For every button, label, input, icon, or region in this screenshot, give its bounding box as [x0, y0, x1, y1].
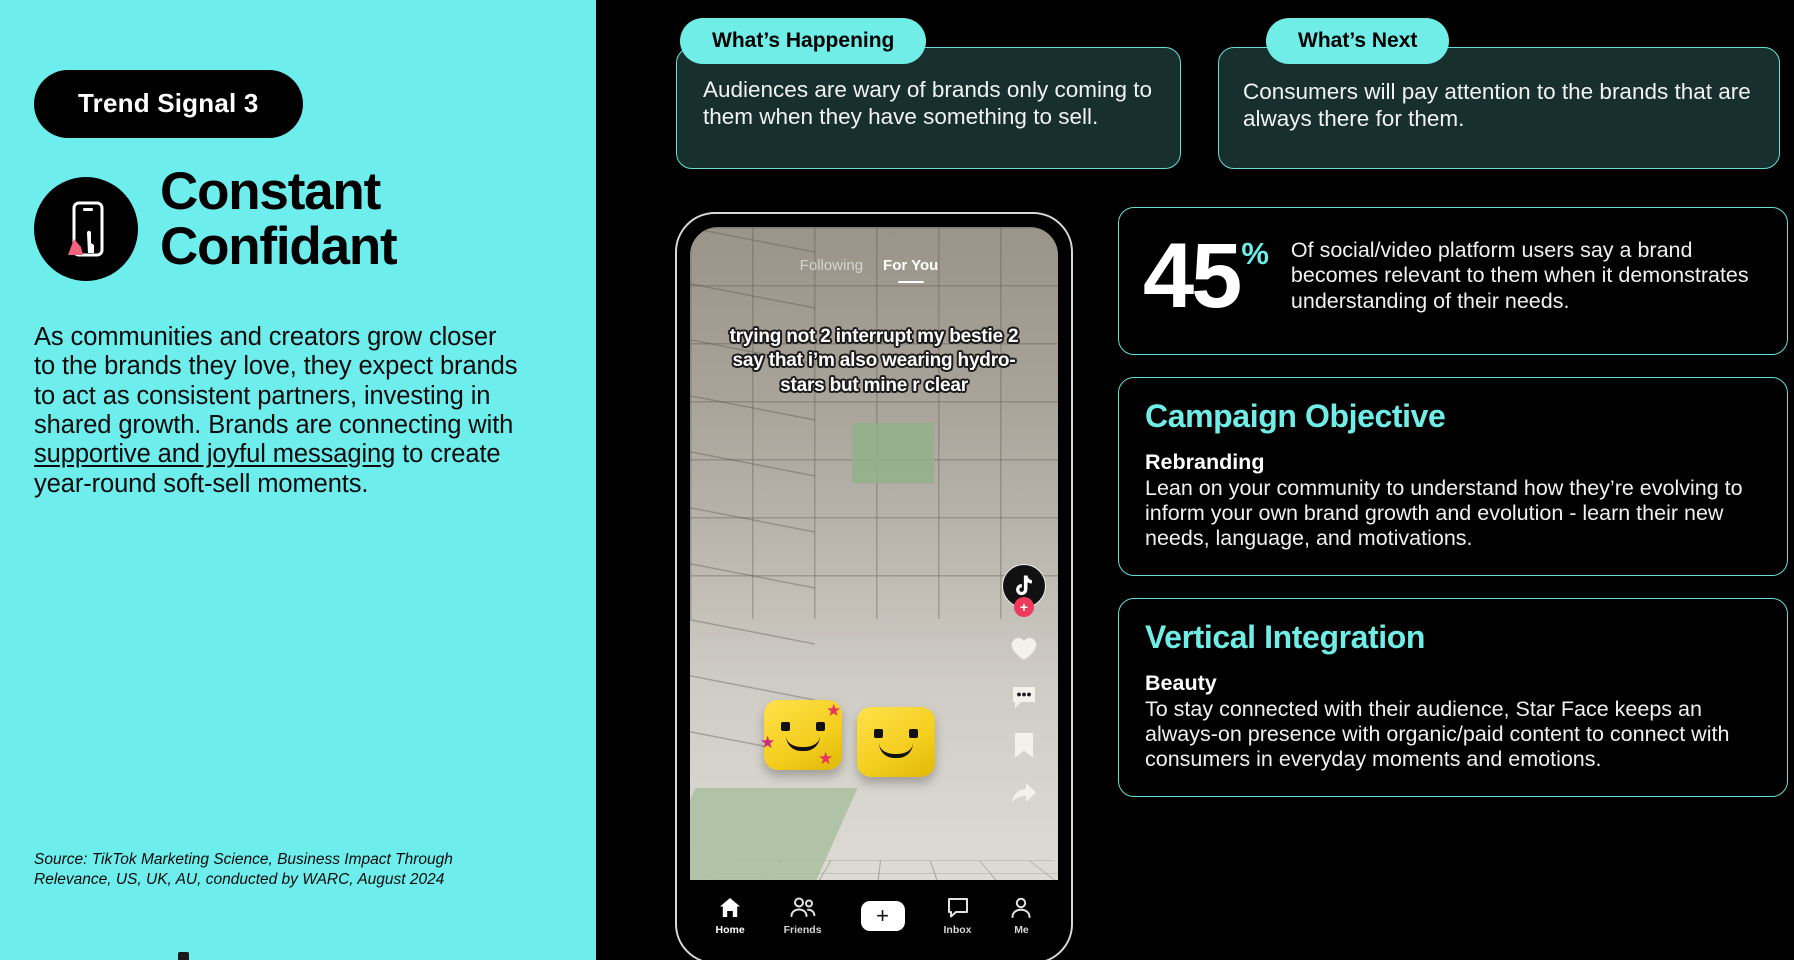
tab-following[interactable]: Following [800, 257, 863, 274]
nav-item-friends[interactable]: Friends [784, 897, 822, 936]
whats-happening-body: Audiences are wary of brands only coming… [676, 47, 1181, 169]
nav-label-home: Home [715, 923, 745, 936]
right-panel: What’s Happening Audiences are wary of b… [596, 0, 1794, 960]
stat-card: 45 % Of social/video platform users say … [1118, 207, 1788, 355]
friends-icon [790, 897, 816, 919]
phone-mockup: ★ ★ ★ Following For You trying not 2 int… [675, 212, 1073, 960]
tile-wall-left [690, 227, 816, 761]
green-wall-patch [851, 422, 934, 483]
signal-description: As communities and creators grow closer … [34, 323, 520, 499]
nav-label-inbox: Inbox [943, 923, 972, 936]
heart-icon[interactable] [1009, 634, 1039, 664]
star-sticker-icon: ★ [760, 733, 776, 752]
campaign-objective-subtitle: Rebranding [1145, 449, 1265, 474]
cube-eye-right [909, 729, 918, 738]
nav-label-me: Me [1014, 923, 1029, 936]
left-panel: Trend Signal 3 Constant Confidant As com… [0, 0, 596, 960]
phone-screen: ★ ★ ★ Following For You trying not 2 int… [690, 227, 1058, 952]
create-plus-icon: + [855, 901, 910, 931]
whats-next-card: What’s Next Consumers will pay attention… [1218, 18, 1780, 169]
phone-hand-icon [34, 177, 138, 281]
cube-smile [879, 743, 913, 758]
campaign-objective-card: Campaign Objective Rebranding Lean on yo… [1118, 377, 1788, 577]
cube-smile [786, 736, 820, 751]
profile-icon [1010, 897, 1032, 919]
inbox-icon [947, 897, 969, 919]
home-icon [719, 897, 741, 919]
stat-description: Of social/video platform users say a bra… [1290, 238, 1749, 313]
star-sticker-icon: ★ [826, 701, 842, 720]
signal-title-line-1: Constant [160, 162, 381, 221]
page-edge-marker [178, 952, 189, 960]
cube-eye-right [816, 722, 825, 731]
whats-happening-card: What’s Happening Audiences are wary of b… [676, 18, 1181, 169]
nav-item-me[interactable]: Me [1010, 897, 1032, 936]
vertical-integration-subtitle: Beauty [1145, 670, 1217, 695]
cube-eye-left [874, 729, 883, 738]
page-title: Constant Confidant [160, 162, 398, 277]
share-icon[interactable] [1009, 778, 1039, 808]
bookmark-icon[interactable] [1009, 730, 1039, 760]
whats-happening-tab: What’s Happening [680, 18, 927, 64]
description-part-1: As communities and creators grow closer … [34, 323, 518, 439]
insights-column: 45 % Of social/video platform users say … [1118, 207, 1788, 798]
character-cube-left: ★ ★ ★ [760, 700, 842, 770]
tiktok-bottom-nav: Home Friends + Inbox Me [690, 880, 1058, 952]
nav-item-inbox[interactable]: Inbox [944, 897, 972, 936]
insight-cards-row: What’s Happening Audiences are wary of b… [676, 18, 1794, 169]
follow-button[interactable]: + [1014, 597, 1034, 617]
whats-next-tab: What’s Next [1266, 18, 1450, 64]
trend-signal-badge: Trend Signal 3 [34, 70, 303, 138]
stat-percent-symbol: % [1241, 236, 1269, 271]
stat-value-group: 45 % [1143, 225, 1269, 327]
comment-icon[interactable] [1009, 682, 1039, 712]
nav-item-create[interactable]: + [855, 901, 910, 931]
nav-item-home[interactable]: Home [715, 897, 745, 936]
star-sticker-icon: ★ [818, 749, 834, 768]
nav-label-friends: Friends [783, 923, 822, 936]
video-caption: trying not 2 interrupt my bestie 2 say t… [729, 326, 1019, 396]
vertical-integration-body: To stay connected with their audience, S… [1145, 697, 1730, 772]
description-link[interactable]: supportive and joyful messaging [34, 440, 395, 468]
source-citation: Source: TikTok Marketing Science, Busine… [34, 851, 453, 889]
vertical-integration-card: Vertical Integration Beauty To stay conn… [1118, 598, 1788, 798]
tiktok-video[interactable]: ★ ★ ★ Following For You trying not 2 int… [690, 227, 1058, 880]
campaign-objective-title: Campaign Objective [1145, 398, 1446, 434]
creator-avatar[interactable]: + [1002, 564, 1046, 617]
vertical-integration-title: Vertical Integration [1145, 619, 1426, 656]
signal-title-line-2: Confidant [160, 217, 398, 277]
slide-root: Trend Signal 3 Constant Confidant As com… [0, 0, 1794, 960]
signal-title-row: Constant Confidant [34, 164, 562, 281]
character-cube-right [857, 707, 935, 777]
tiktok-action-rail: + [1002, 564, 1046, 808]
stat-number: 45 [1143, 225, 1242, 327]
campaign-objective-body: Lean on your community to understand how… [1145, 476, 1743, 551]
tiktok-feed-tabs: Following For You [690, 257, 1058, 274]
tab-for-you[interactable]: For You [883, 257, 938, 274]
cube-eye-left [781, 722, 790, 731]
whats-next-body: Consumers will pay attention to the bran… [1218, 47, 1780, 169]
